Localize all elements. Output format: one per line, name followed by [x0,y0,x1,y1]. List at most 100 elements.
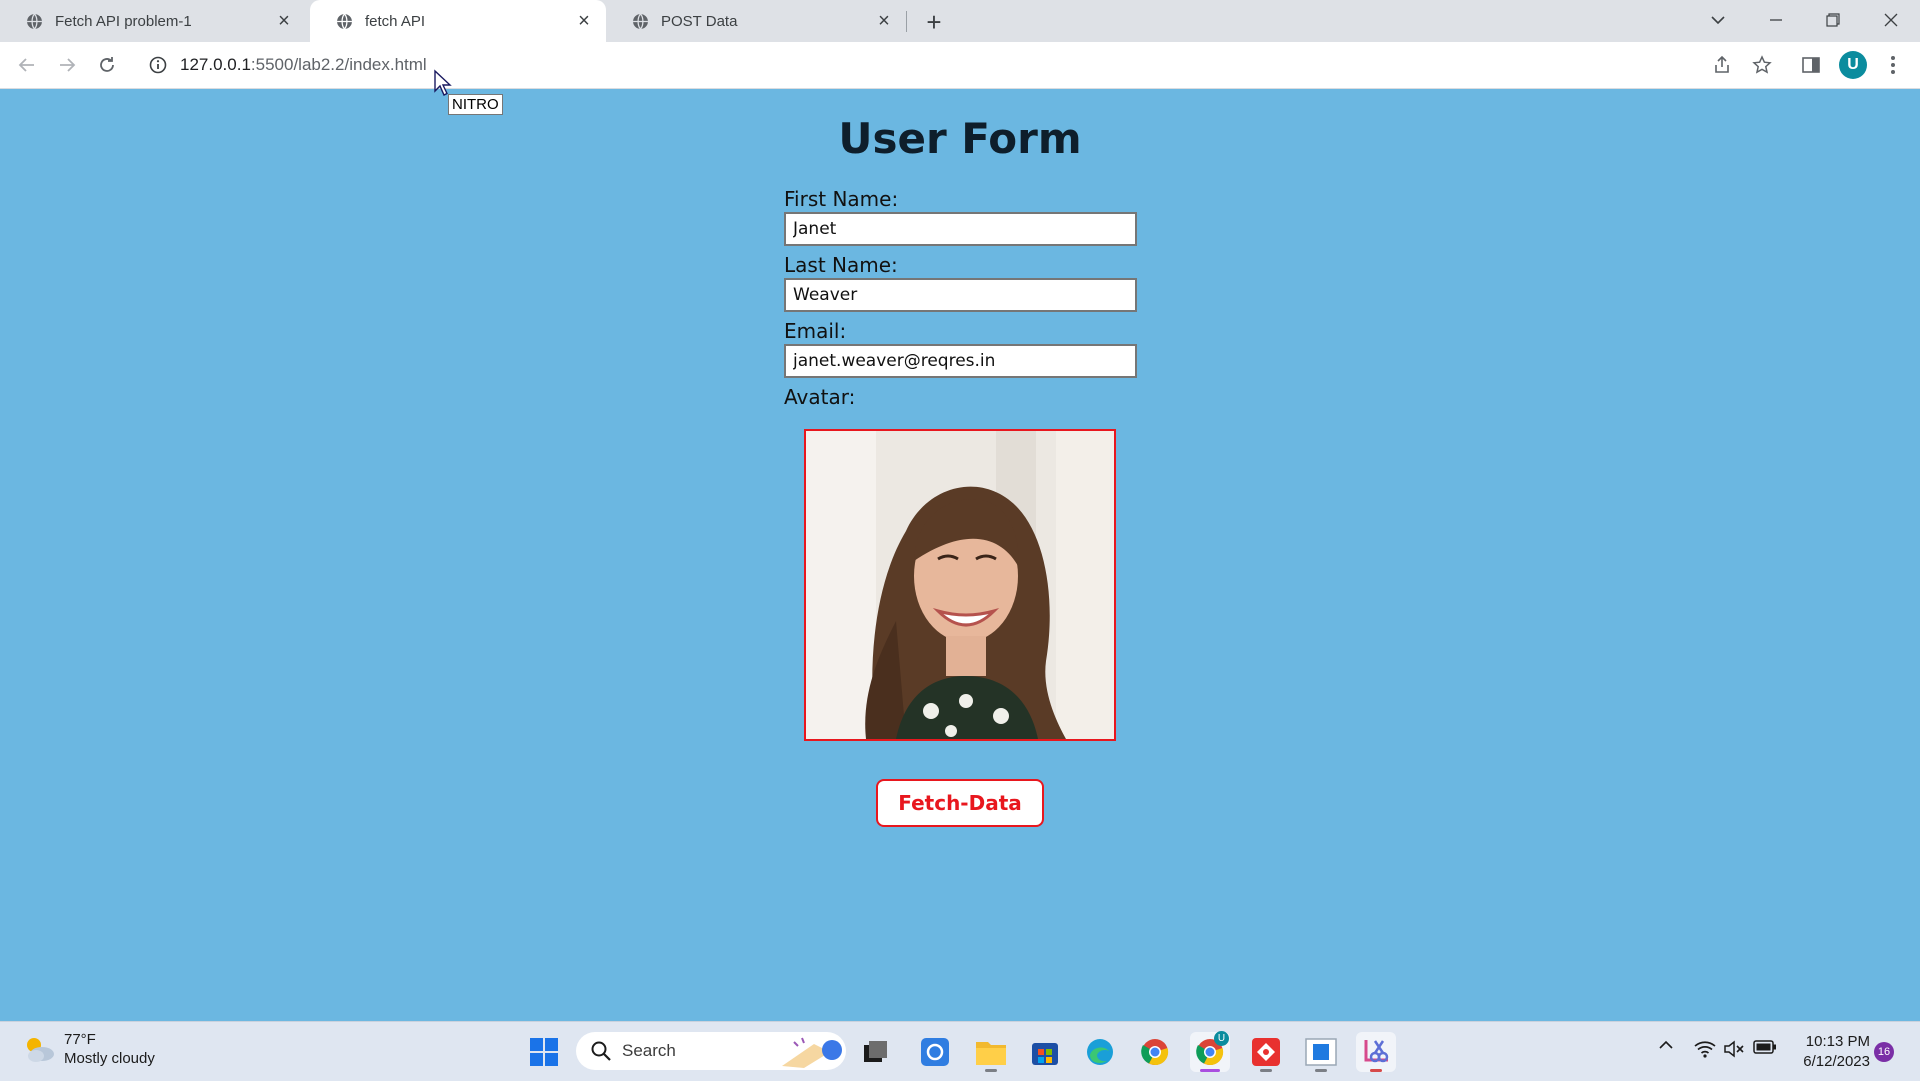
side-panel-button[interactable] [1798,52,1824,78]
clock-date: 6/12/2023 [1803,1053,1870,1070]
address-bar[interactable]: 127.0.0.1:5500/lab2.2/index.html [136,47,1766,83]
taskbar-edge[interactable] [1080,1032,1120,1072]
tab-fetch-api-problem-1[interactable]: Fetch API problem-1 × [0,0,306,42]
close-window-button[interactable] [1863,0,1919,40]
kebab-menu-icon [1891,56,1895,74]
taskbar-app-git[interactable] [1246,1032,1286,1072]
bookmark-button[interactable] [1749,52,1775,78]
clock[interactable]: 10:13 PM 6/12/2023 [1790,1032,1870,1072]
clock-time: 10:13 PM [1805,1033,1870,1050]
taskbar-snipping-tool[interactable] [1356,1032,1396,1072]
windows-start-icon [530,1038,558,1066]
wifi-status[interactable] [1693,1040,1717,1058]
star-icon [1752,55,1772,74]
restore-button[interactable] [1805,0,1861,40]
tab-strip: Fetch API problem-1 × fetch API × POST D… [0,0,1920,42]
side-panel-icon [1802,57,1820,73]
last-name-field[interactable] [784,278,1137,312]
taskbar-file-explorer[interactable] [971,1032,1011,1072]
scissors-icon [1364,1040,1389,1063]
close-icon[interactable]: × [872,9,896,33]
tab-fetch-api[interactable]: fetch API × [310,0,606,42]
close-icon[interactable]: × [572,9,596,33]
taskbar-search[interactable]: Search [576,1032,846,1070]
taskbar-app-window[interactable] [1301,1032,1341,1072]
close-icon[interactable]: × [272,9,296,33]
last-name-label: Last Name: [784,253,898,277]
weather-temperature: 77°F [64,1031,96,1048]
browser-toolbar: 127.0.0.1:5500/lab2.2/index.html U [0,42,1920,89]
new-tab-button[interactable]: + [920,7,948,37]
battery-status[interactable] [1752,1040,1778,1054]
running-indicator [985,1069,997,1072]
forward-button[interactable] [52,50,82,80]
weather-widget[interactable]: 77°F Mostly cloudy [22,1030,155,1068]
search-highlight-icon [782,1037,842,1068]
tab-label: fetch API [365,12,426,30]
globe-icon [27,13,42,29]
sync-app-icon [921,1038,949,1066]
url-path: :5500/lab2.2/index.html [250,55,427,74]
menu-button[interactable] [1880,52,1906,78]
url-text: 127.0.0.1:5500/lab2.2/index.html [180,55,427,75]
url-host: 127.0.0.1 [180,55,251,74]
avatar-image [804,429,1116,741]
user-form: First Name: Last Name: Email: Avatar: [784,187,1138,410]
running-indicator [1315,1069,1327,1072]
tab-label: POST Data [661,12,738,30]
reload-button[interactable] [92,50,122,80]
profile-avatar[interactable]: U [1839,51,1867,79]
first-name-label: First Name: [784,187,899,211]
email-field[interactable] [784,344,1137,378]
minimize-icon [1770,19,1782,21]
chrome-icon [1141,1039,1169,1066]
running-indicator [1370,1069,1382,1072]
battery-icon [1753,1040,1776,1054]
show-hidden-icons-button[interactable] [1656,1040,1676,1050]
tab-label: Fetch API problem-1 [55,12,192,30]
share-button[interactable] [1709,52,1735,78]
search-placeholder: Search [622,1041,676,1060]
search-icon [591,1041,611,1061]
mouse-cursor-icon [434,69,452,96]
close-icon [1884,13,1898,27]
tab-search-button[interactable] [1690,0,1746,40]
chrome-profile-badge: U [1214,1031,1229,1046]
folder-icon [976,1042,1006,1065]
restore-icon [1826,13,1840,27]
edge-icon [1087,1039,1113,1065]
partly-cloudy-icon [27,1038,54,1062]
info-icon[interactable] [148,55,168,75]
tab-post-data[interactable]: POST Data × [606,0,906,42]
taskbar-store[interactable] [1025,1032,1065,1072]
taskbar-app-sync[interactable] [915,1032,955,1072]
chevron-down-icon [1711,16,1725,25]
back-button[interactable] [12,50,42,80]
git-app-icon [1252,1038,1280,1066]
taskbar-chrome-profile[interactable]: U [1190,1031,1230,1072]
taskbar-task-view[interactable] [856,1032,896,1072]
page-content: NITRO User Form First Name: Last Name: E… [0,69,1920,1021]
arrow-right-icon [60,58,76,72]
wifi-icon [1694,1041,1716,1058]
globe-icon [337,13,352,29]
start-button[interactable] [524,1032,564,1072]
task-view-icon [864,1041,887,1062]
volume-status[interactable] [1722,1040,1746,1058]
share-icon [1715,55,1729,73]
notification-badge[interactable]: 16 [1874,1042,1894,1062]
arrow-left-icon [18,58,34,72]
volume-muted-icon [1724,1040,1744,1058]
first-name-field[interactable] [784,212,1137,246]
running-indicator [1260,1069,1272,1072]
running-indicator [1200,1069,1220,1072]
globe-icon [633,13,648,29]
taskbar-chrome[interactable] [1135,1032,1175,1072]
page-title: User Form [838,114,1082,163]
avatar-photo [806,431,1114,739]
app-window-icon [1305,1038,1337,1066]
fetch-data-button[interactable]: Fetch-Data [876,779,1044,827]
minimize-button[interactable] [1748,0,1804,40]
avatar-label: Avatar: [784,385,856,409]
tab-divider [906,11,907,32]
